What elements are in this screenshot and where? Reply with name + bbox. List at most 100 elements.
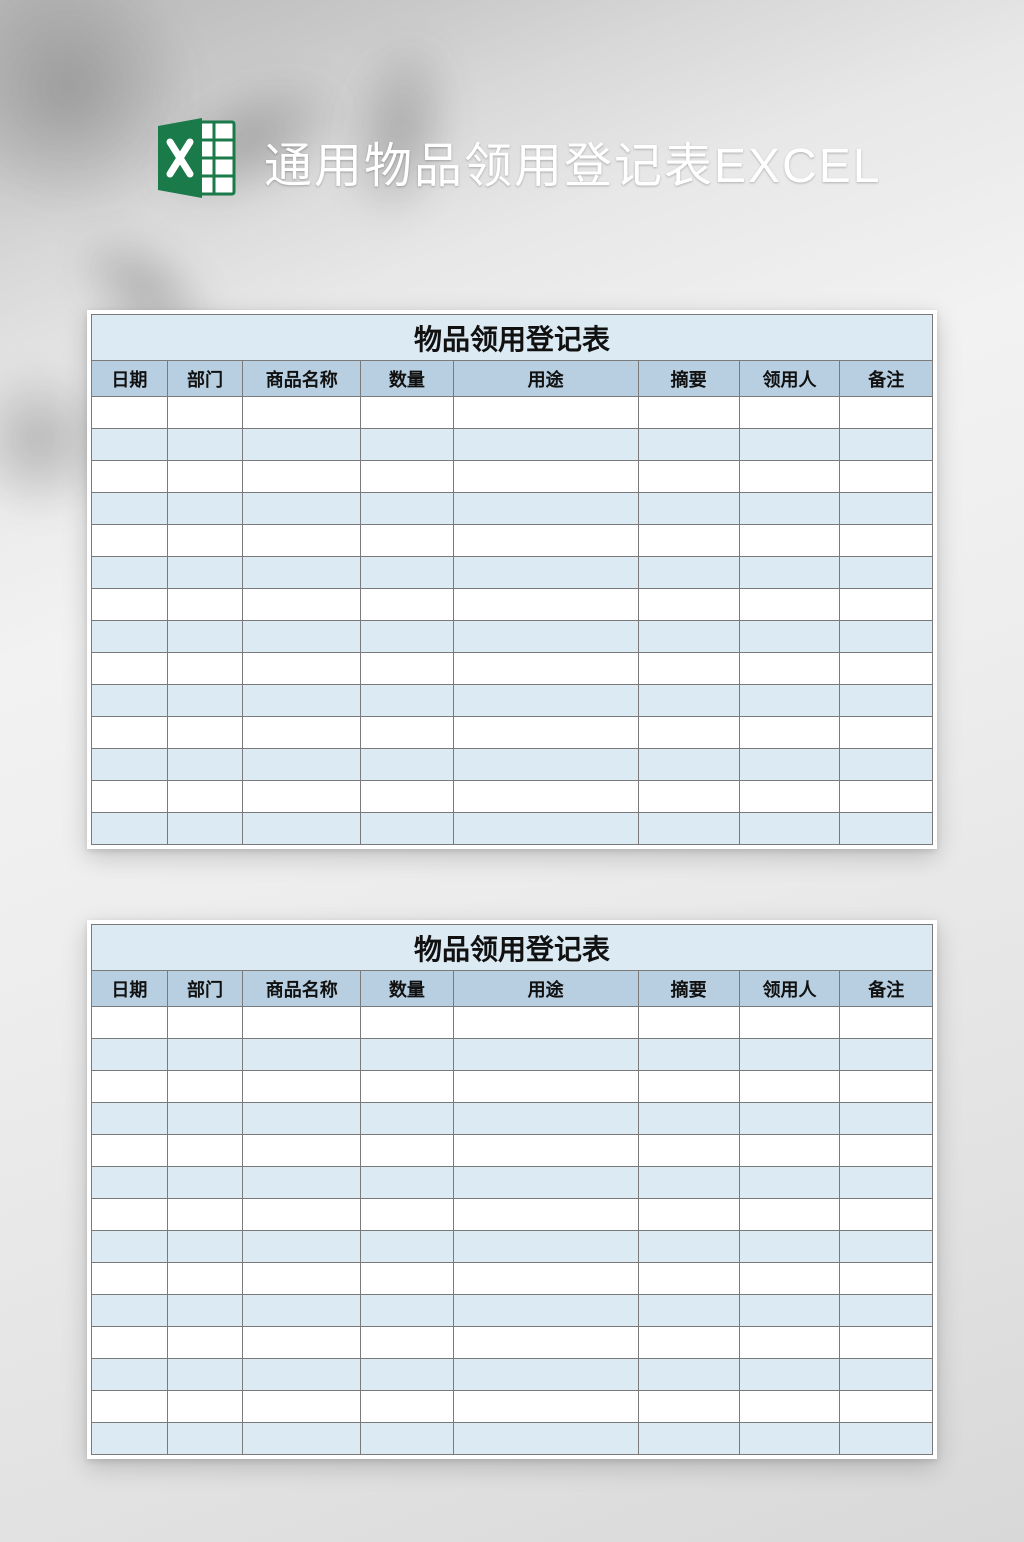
- table-cell: [739, 461, 840, 493]
- col-remark: 备注: [840, 361, 933, 397]
- table-cell: [92, 1103, 168, 1135]
- table-cell: [167, 1327, 243, 1359]
- table-cell: [243, 1231, 361, 1263]
- table-cell: [243, 1199, 361, 1231]
- table-cell: [840, 461, 933, 493]
- table-cell: [739, 1327, 840, 1359]
- table-cell: [167, 1007, 243, 1039]
- table-cell: [167, 685, 243, 717]
- table-cell: [453, 621, 638, 653]
- table-cell: [92, 1135, 168, 1167]
- table-cell: [739, 1391, 840, 1423]
- table-cell: [453, 429, 638, 461]
- table-cell: [361, 1391, 454, 1423]
- table-cell: [92, 1391, 168, 1423]
- table-row: [92, 1103, 933, 1135]
- table-cell: [840, 525, 933, 557]
- requisition-table: 物品领用登记表 日期 部门 商品名称 数量 用途 摘要 领用人 备注: [91, 314, 933, 845]
- table-cell: [840, 1039, 933, 1071]
- table-cell: [638, 1327, 739, 1359]
- table-cell: [739, 781, 840, 813]
- table-row: [92, 557, 933, 589]
- table-cell: [739, 493, 840, 525]
- table-title: 物品领用登记表: [92, 315, 933, 361]
- table-cell: [92, 1167, 168, 1199]
- table-cell: [243, 621, 361, 653]
- table-cell: [361, 397, 454, 429]
- table-cell: [739, 589, 840, 621]
- table-cell: [840, 653, 933, 685]
- table-cell: [638, 717, 739, 749]
- table-cell: [453, 493, 638, 525]
- table-cell: [638, 493, 739, 525]
- col-purpose: 用途: [453, 361, 638, 397]
- table-cell: [92, 429, 168, 461]
- table-cell: [361, 1071, 454, 1103]
- table-cell: [243, 1071, 361, 1103]
- table-cell: [92, 717, 168, 749]
- table-cell: [739, 1423, 840, 1455]
- table-cell: [92, 749, 168, 781]
- table-row: [92, 429, 933, 461]
- table-row: [92, 461, 933, 493]
- table-cell: [453, 1199, 638, 1231]
- table-cell: [638, 1359, 739, 1391]
- table-cell: [243, 1167, 361, 1199]
- col-product-name: 商品名称: [243, 361, 361, 397]
- table-cell: [739, 1167, 840, 1199]
- table-cell: [167, 397, 243, 429]
- table-cell: [361, 493, 454, 525]
- table-cell: [167, 1295, 243, 1327]
- table-cell: [92, 397, 168, 429]
- table-cell: [840, 1295, 933, 1327]
- table-cell: [361, 1039, 454, 1071]
- table-cell: [92, 589, 168, 621]
- col-remark: 备注: [840, 971, 933, 1007]
- table-row: [92, 717, 933, 749]
- table-cell: [361, 429, 454, 461]
- table-cell: [840, 589, 933, 621]
- table-cell: [840, 1327, 933, 1359]
- table-cell: [840, 621, 933, 653]
- table-cell: [243, 1135, 361, 1167]
- table-cell: [92, 1359, 168, 1391]
- table-row: [92, 525, 933, 557]
- table-cell: [361, 621, 454, 653]
- table-cell: [840, 1359, 933, 1391]
- table-cell: [638, 397, 739, 429]
- table-cell: [361, 1423, 454, 1455]
- table-row: [92, 1391, 933, 1423]
- table-cell: [92, 1231, 168, 1263]
- table-cell: [243, 525, 361, 557]
- table-cell: [243, 813, 361, 845]
- table-cell: [361, 1007, 454, 1039]
- col-product-name: 商品名称: [243, 971, 361, 1007]
- table-cell: [92, 621, 168, 653]
- table-cell: [840, 1391, 933, 1423]
- table-cell: [840, 397, 933, 429]
- col-summary: 摘要: [638, 361, 739, 397]
- table-cell: [453, 461, 638, 493]
- table-cell: [361, 1199, 454, 1231]
- table-cell: [453, 1263, 638, 1295]
- table-cell: [739, 1359, 840, 1391]
- table-row: [92, 1071, 933, 1103]
- table-cell: [453, 1359, 638, 1391]
- table-cell: [243, 1423, 361, 1455]
- col-receiver: 领用人: [739, 971, 840, 1007]
- table-cell: [638, 589, 739, 621]
- table-cell: [243, 397, 361, 429]
- col-department: 部门: [167, 361, 243, 397]
- table-row: [92, 1199, 933, 1231]
- table-cell: [840, 1007, 933, 1039]
- table-cell: [167, 813, 243, 845]
- table-cell: [453, 781, 638, 813]
- table-cell: [840, 813, 933, 845]
- table-cell: [167, 525, 243, 557]
- table-cell: [840, 717, 933, 749]
- table-cell: [167, 621, 243, 653]
- table-cell: [453, 1039, 638, 1071]
- table-cell: [840, 557, 933, 589]
- table-cell: [361, 1231, 454, 1263]
- excel-icon: [150, 112, 242, 209]
